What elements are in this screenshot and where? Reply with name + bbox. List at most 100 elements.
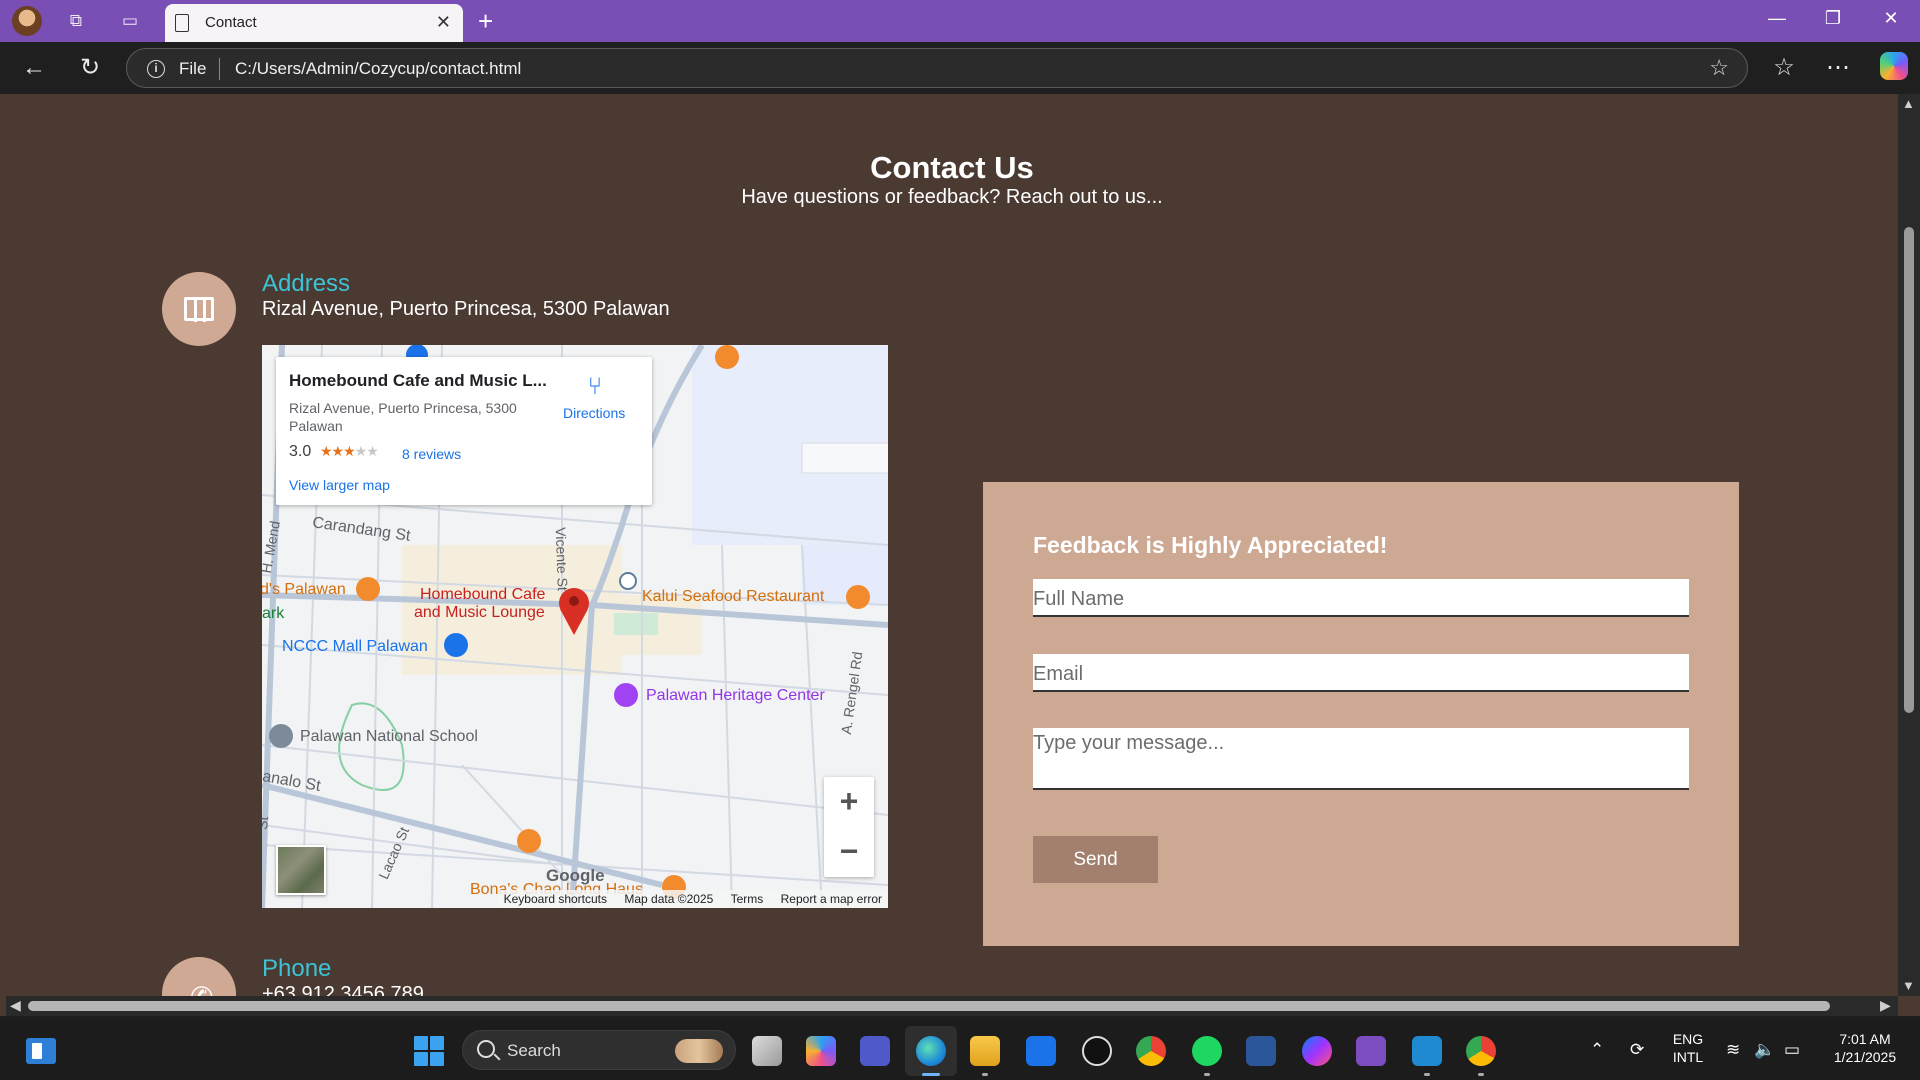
message-textarea[interactable] — [1033, 728, 1689, 790]
horizontal-scrollbar[interactable]: ◀ ▶ — [6, 996, 1898, 1016]
scroll-down-arrow-icon[interactable]: ▼ — [1902, 978, 1915, 993]
document-icon — [175, 14, 189, 32]
vertical-scrollbar[interactable]: ▲ ▼ — [1898, 94, 1920, 996]
satellite-toggle[interactable] — [276, 845, 326, 895]
file-explorer-icon[interactable] — [970, 1036, 1000, 1066]
tab-actions-icon[interactable]: ▭ — [118, 9, 142, 33]
show-hidden-icons-icon[interactable]: ⌃ — [1590, 1040, 1604, 1060]
page-viewport: Contact Us Have questions or feedback? R… — [6, 94, 1898, 996]
chrome-profile-icon[interactable] — [1466, 1036, 1496, 1066]
refresh-button[interactable]: ↻ — [76, 54, 104, 82]
feedback-title: Feedback is Highly Appreciated! — [1033, 532, 1388, 558]
phone-badge: ✆ — [162, 957, 236, 996]
map-label-music-lounge: and Music Lounge — [414, 604, 545, 621]
spotify-running-indicator — [1204, 1073, 1210, 1076]
place-rating: 3.0 — [289, 443, 312, 460]
start-button[interactable] — [414, 1036, 444, 1066]
clock-date: 1/21/2025 — [1833, 1049, 1897, 1065]
favorites-icon[interactable]: ☆ — [1770, 54, 1798, 82]
taskbar: Search ⌃ ⟳ ENG INTL ≋ 🔈 ▭ 7:01 AM 1/21/2… — [0, 1020, 1920, 1080]
language-line2: INTL — [1672, 1049, 1704, 1065]
address-bar[interactable]: i File C:/Users/Admin/Cozycup/contact.ht… — [126, 48, 1748, 88]
chrome-running-indicator — [1478, 1073, 1484, 1076]
widgets-icon[interactable] — [26, 1038, 56, 1064]
dell-icon[interactable] — [1082, 1036, 1112, 1066]
restore-button[interactable]: ❐ — [1818, 8, 1848, 29]
close-window-button[interactable]: ✕ — [1876, 8, 1906, 29]
address-divider — [219, 58, 220, 80]
copilot-icon[interactable] — [1880, 52, 1908, 80]
feedback-form: Feedback is Highly Appreciated! Send — [983, 482, 1739, 946]
workspaces-icon[interactable]: ⧉ — [64, 9, 88, 33]
email-input[interactable] — [1033, 654, 1689, 692]
profile-avatar[interactable] — [12, 6, 42, 36]
directions-icon[interactable]: ⑂ — [582, 373, 608, 400]
map-label-heritage: Palawan Heritage Center — [646, 687, 825, 704]
battery-icon[interactable]: ▭ — [1784, 1040, 1800, 1060]
teams-icon[interactable] — [860, 1036, 890, 1066]
rating-stars-icon: ★★★★★ — [320, 443, 379, 459]
chrome-icon[interactable] — [1136, 1036, 1166, 1066]
horizontal-scroll-thumb[interactable] — [28, 1001, 1830, 1011]
search-label: Search — [507, 1041, 561, 1060]
report-map-error-link[interactable]: Report a map error — [781, 892, 882, 906]
taskbar-search[interactable]: Search — [462, 1030, 736, 1070]
task-view-icon[interactable] — [752, 1036, 782, 1066]
scroll-up-arrow-icon[interactable]: ▲ — [1902, 96, 1915, 111]
tab-title: Contact — [205, 14, 257, 31]
favorite-star-icon[interactable]: ☆ — [1709, 55, 1729, 81]
info-icon[interactable]: i — [147, 60, 165, 78]
more-menu-icon[interactable]: ⋯ — [1824, 54, 1852, 82]
map-label-national-school: Palawan National School — [300, 728, 478, 745]
tab-contact[interactable]: Contact ✕ — [165, 4, 463, 42]
search-icon — [477, 1040, 495, 1058]
embedded-map[interactable]: Carandang St d's Palawan ark Homebound C… — [262, 345, 888, 908]
view-larger-map-link[interactable]: View larger map — [289, 477, 390, 493]
language-indicator[interactable]: ENG INTL — [1668, 1030, 1708, 1066]
phone-icon: ✆ — [190, 981, 213, 996]
vertical-scroll-thumb[interactable] — [1904, 227, 1914, 713]
wifi-icon[interactable]: ≋ — [1726, 1040, 1740, 1060]
visual-studio-icon[interactable] — [1356, 1036, 1386, 1066]
map-icon — [184, 297, 214, 322]
address-badge — [162, 272, 236, 346]
back-button[interactable]: ← — [20, 54, 48, 82]
mail-icon[interactable] — [1026, 1036, 1056, 1066]
clock[interactable]: 7:01 AM 1/21/2025 — [1820, 1030, 1910, 1066]
send-button[interactable]: Send — [1033, 836, 1158, 883]
place-name: Homebound Cafe and Music L... — [289, 371, 547, 390]
messenger-icon[interactable] — [1302, 1036, 1332, 1066]
edge-icon[interactable] — [916, 1036, 946, 1066]
new-tab-button[interactable]: + — [478, 6, 493, 37]
vscode-icon[interactable] — [1412, 1036, 1442, 1066]
browser-titlebar: ⧉ ▭ Contact ✕ + — ❐ ✕ — [0, 0, 1920, 42]
spotify-icon[interactable] — [1192, 1036, 1222, 1066]
terms-link[interactable]: Terms — [731, 892, 764, 906]
map-label-kalui: Kalui Seafood Restaurant — [642, 588, 825, 605]
sync-icon[interactable]: ⟳ — [1630, 1040, 1644, 1060]
map-label-palawan-left: d's Palawan — [262, 581, 346, 598]
close-tab-icon[interactable]: ✕ — [436, 12, 451, 33]
scroll-left-arrow-icon[interactable]: ◀ — [10, 997, 21, 1014]
directions-link[interactable]: Directions — [563, 405, 625, 421]
reviews-link[interactable]: 8 reviews — [402, 446, 461, 462]
zoom-out-button[interactable]: − — [824, 827, 874, 877]
keyboard-shortcuts-link[interactable]: Keyboard shortcuts — [504, 892, 607, 906]
phone-label: Phone — [262, 955, 332, 982]
map-zoom-controls: + − — [824, 777, 874, 877]
copilot-app-icon[interactable] — [806, 1036, 836, 1066]
map-label-nccc-mall: NCCC Mall Palawan — [282, 638, 428, 655]
word-icon[interactable] — [1246, 1036, 1276, 1066]
map-label-park: ark — [262, 605, 285, 622]
page-subtitle: Have questions or feedback? Reach out to… — [741, 186, 1163, 208]
language-line1: ENG — [1672, 1031, 1704, 1047]
volume-icon[interactable]: 🔈 — [1754, 1040, 1775, 1060]
scroll-right-arrow-icon[interactable]: ▶ — [1880, 997, 1891, 1014]
map-label-homebound: Homebound Cafe — [420, 586, 546, 603]
full-name-input[interactable] — [1033, 579, 1689, 617]
address-url[interactable]: C:/Users/Admin/Cozycup/contact.html — [235, 59, 521, 79]
explorer-running-indicator — [982, 1073, 988, 1076]
minimize-button[interactable]: — — [1762, 8, 1792, 29]
zoom-in-button[interactable]: + — [824, 777, 874, 827]
clock-time: 7:01 AM — [1839, 1031, 1891, 1047]
